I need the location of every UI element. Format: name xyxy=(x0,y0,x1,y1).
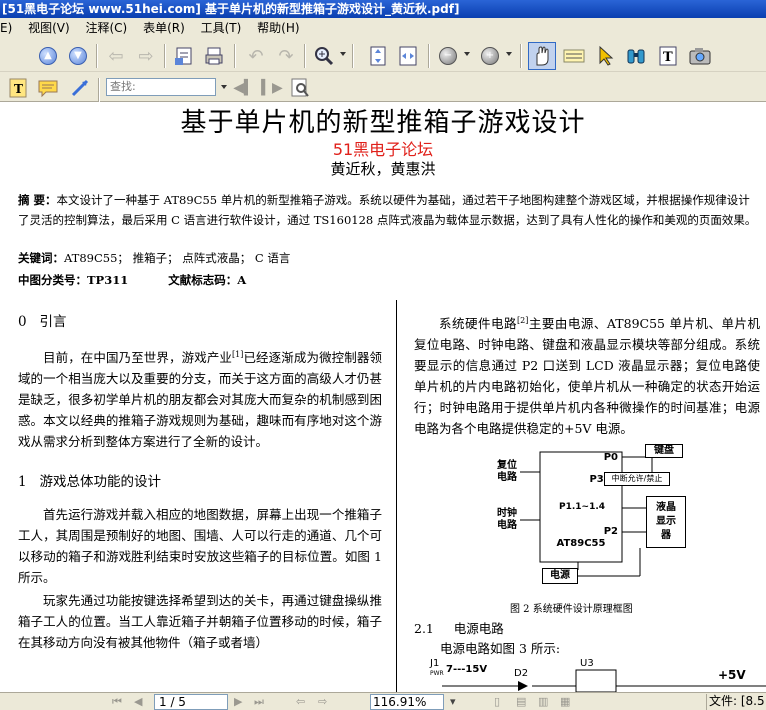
zoom-in-icon[interactable]: + xyxy=(478,44,502,68)
nav-forward-icon[interactable]: ⇨ xyxy=(318,695,327,708)
power-block: 电源 xyxy=(542,568,578,584)
classification-value: TP311 xyxy=(87,273,129,287)
menu-item-edit[interactable]: E) xyxy=(0,18,18,38)
port-p2-label: P2 xyxy=(603,526,618,537)
single-page-icon[interactable]: ▯ xyxy=(494,695,500,708)
last-page-icon[interactable]: ⏭ xyxy=(254,695,264,709)
svg-text:T: T xyxy=(14,82,23,96)
fit-page-icon[interactable] xyxy=(366,44,390,68)
continuous-facing-icon[interactable]: ▦ xyxy=(560,695,570,708)
abstract-text: 本文设计了一种基于 AT89C55 单片机的新型推箱子游戏。系统以硬件为基础，通… xyxy=(18,193,757,227)
find-next-icon[interactable]: ▍▶ xyxy=(260,76,284,100)
doc-code-label: 文献标志码： xyxy=(168,273,238,287)
undo-icon[interactable]: ↶ xyxy=(244,44,268,68)
interrupt-block: 中断允许/禁止 xyxy=(604,472,670,486)
mcu-label: AT89C55 xyxy=(556,538,606,549)
circuit-lines xyxy=(442,669,766,692)
reset-block: 复位 电路 xyxy=(494,460,520,486)
abstract-label: 摘 要： xyxy=(18,193,57,207)
page-number-field[interactable]: 1 / 5 xyxy=(154,694,228,710)
hardware-paragraph: 系统硬件电路[2]主要由电源、AT89C55 单片机、单片机复位电路、时钟电路、… xyxy=(414,316,760,437)
menu-item-comment[interactable]: 注释(C) xyxy=(80,18,134,38)
document-title: 基于单片机的新型推箱子游戏设计 xyxy=(180,108,586,138)
forum-watermark: 51黑电子论坛 xyxy=(332,140,434,159)
arrow-icon[interactable] xyxy=(594,44,618,68)
facing-icon[interactable]: ▥ xyxy=(538,695,548,708)
section-2-1-heading: 2.1 电源电路 xyxy=(414,621,504,636)
zoom-dropdown-icon[interactable]: ▾ xyxy=(450,695,456,708)
hand-icon[interactable] xyxy=(530,44,554,68)
select-text-icon[interactable] xyxy=(562,44,586,68)
next-page-icon[interactable]: ▶ xyxy=(234,695,242,708)
secondary-toolbar: T 查找: ◀▍ ▍▶ xyxy=(0,72,766,102)
continuous-icon[interactable]: ▤ xyxy=(516,695,526,708)
lcd-block: 液晶 显示 器 xyxy=(646,496,686,548)
section-0-paragraph: 目前，在中国乃至世界，游戏产业[1]已经逐渐成为微控制器领域的一个相当庞大以及重… xyxy=(18,350,382,450)
fit-width-icon[interactable] xyxy=(396,44,420,68)
find-prev-icon[interactable]: ◀▍ xyxy=(232,76,256,100)
citation-ref[interactable]: [1] xyxy=(232,350,243,359)
note-icon[interactable]: T xyxy=(6,76,30,100)
classification-label: 中图分类号： xyxy=(18,273,87,287)
keywords: 关键词：AT89C55； 推箱子； 点阵式液晶； C 语言 xyxy=(18,250,290,266)
binoculars-icon[interactable] xyxy=(624,44,648,68)
figure-2-caption: 图 2 系统硬件设计原理框图 xyxy=(510,604,633,615)
section-2-1-text: 电源电路如图 3 所示: xyxy=(440,641,561,656)
pen-icon[interactable] xyxy=(68,76,92,100)
port-p1-label: P1.1~1.4 xyxy=(558,502,606,512)
menu-item-view[interactable]: 视图(V) xyxy=(22,18,76,38)
menu-item-tools[interactable]: 工具(T) xyxy=(195,18,248,38)
snapshot-icon[interactable] xyxy=(688,44,712,68)
main-toolbar: ▲ ▼ ⇦ ⇨ ↶ ↷ − + T xyxy=(0,38,766,72)
down-arrow-icon[interactable]: ▼ xyxy=(66,44,90,68)
right-column: 系统硬件电路[2]主要由电源、AT89C55 单片机、单片机复位电路、时钟电路、… xyxy=(414,310,760,439)
comment-icon[interactable] xyxy=(36,76,60,100)
menu-item-form[interactable]: 表单(R) xyxy=(137,18,191,38)
port-p0-label: P0 xyxy=(603,452,618,463)
classification-line: 中图分类号：TP311 文献标志码：A xyxy=(18,272,246,288)
redo-icon[interactable]: ↷ xyxy=(274,44,298,68)
section-1-paragraph-2: 玩家先通过功能按键选择希望到达的关卡，再通过键盘操纵推箱子工人的位置。当工人靠近… xyxy=(18,593,382,651)
back-icon[interactable]: ⇦ xyxy=(104,44,128,68)
zoom-out-icon[interactable]: − xyxy=(436,44,460,68)
text-select-icon[interactable]: T xyxy=(656,44,680,68)
hardware-block-diagram: 键盘 复位 电路 P0 P3. 3 中断允许/禁止 时钟 电路 P1.1~1.4… xyxy=(490,440,690,590)
section-0-heading: 0 引言 xyxy=(18,314,67,330)
menu-bar: E) 视图(V) 注释(C) 表单(R) 工具(T) 帮助(H) xyxy=(0,18,766,38)
abstract: 摘 要：本文设计了一种基于 AT89C55 单片机的新型推箱子游戏。系统以硬件为… xyxy=(18,190,758,230)
power-circuit-figure: J1 PWR 7---15V D2 U3 +5V xyxy=(428,658,766,692)
section-1-heading: 1 游戏总体功能的设计 xyxy=(18,474,161,491)
prev-page-icon[interactable]: ◀ xyxy=(134,695,142,708)
status-bar: ⏮ ◀ 1 / 5 ▶ ⏭ ⇦ ⇨ 116.91% ▾ ▯ ▤ ▥ ▦ 文件: … xyxy=(0,692,766,710)
zoom-field[interactable]: 116.91% xyxy=(370,694,444,710)
zoom-icon[interactable] xyxy=(312,44,336,68)
document-authors: 黄近秋，黄惠洪 xyxy=(330,160,436,178)
keywords-label: 关键词： xyxy=(18,251,64,265)
nav-back-icon[interactable]: ⇦ xyxy=(296,695,305,708)
left-column: 0 引言 目前，在中国乃至世界，游戏产业[1]已经逐渐成为微控制器领域的一个相当… xyxy=(18,310,382,653)
up-arrow-icon[interactable]: ▲ xyxy=(36,44,60,68)
window-title: [51黑电子论坛 www.51hei.com] 基于单片机的新型推箱子游戏设计_… xyxy=(0,0,766,18)
doc-code-value: A xyxy=(237,273,247,287)
search-input[interactable]: 查找: xyxy=(106,78,216,96)
forward-icon[interactable]: ⇨ xyxy=(134,44,158,68)
column-divider xyxy=(396,300,397,692)
section-1-paragraph-1: 首先运行游戏并载入相应的地图数据，屏幕上出现一个推箱子工人，其周围是预制好的地图… xyxy=(18,507,382,586)
print-icon[interactable] xyxy=(202,44,226,68)
find-icon[interactable] xyxy=(288,76,312,100)
first-page-icon[interactable]: ⏮ xyxy=(112,695,122,709)
menu-item-help[interactable]: 帮助(H) xyxy=(251,18,305,38)
keywords-text: AT89C55； 推箱子； 点阵式液晶； C 语言 xyxy=(64,251,291,265)
save-icon[interactable] xyxy=(172,44,196,68)
pdf-page: 基于单片机的新型推箱子游戏设计 51黑电子论坛 黄近秋，黄惠洪 摘 要：本文设计… xyxy=(0,102,766,692)
svg-text:T: T xyxy=(663,50,673,65)
citation-ref[interactable]: [2] xyxy=(517,316,528,325)
file-info-label: 文件: [8.5 xyxy=(706,694,765,710)
clock-block: 时钟 电路 xyxy=(494,508,520,534)
keyboard-block: 键盘 xyxy=(645,444,683,458)
